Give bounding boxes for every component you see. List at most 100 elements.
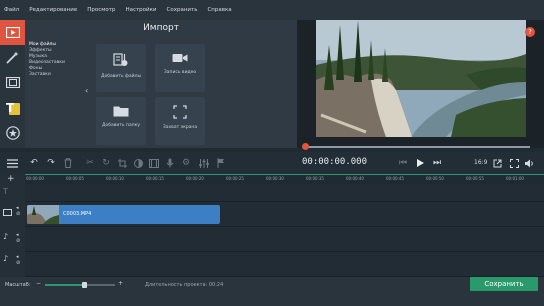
aspect-ratio[interactable]: 16:9: [474, 159, 487, 166]
zoom-slider-handle[interactable]: [81, 282, 87, 288]
flag-icon: [217, 158, 224, 168]
add-files-icon: [113, 53, 128, 66]
redo-button[interactable]: ↷: [44, 156, 58, 170]
stickers-tool[interactable]: [0, 120, 25, 145]
magic-wand-icon: [6, 51, 19, 64]
add-files-button[interactable]: Добавить файлы: [96, 44, 146, 92]
video-camera-icon: [172, 54, 188, 62]
track-headers: + T ◂ ⊘ ♪ ◂ ⊘ ♪ ◂ ⊘: [0, 174, 25, 277]
add-files-label: Добавить файлы: [100, 74, 142, 79]
video-track-controls[interactable]: ◂ ⊘: [16, 205, 20, 217]
music-track-controls[interactable]: ◂ ⊘: [16, 232, 20, 244]
add-folder-button[interactable]: Добавить папку: [96, 97, 146, 145]
project-duration: Длительность проекта: 00:24: [145, 282, 224, 288]
collapse-panel-icon[interactable]: ‹: [85, 86, 91, 96]
settings-button[interactable]: ⚙: [179, 156, 193, 170]
ruler-tick: 00:00:25: [226, 176, 244, 181]
ruler-tick: 00:01:00: [506, 176, 524, 181]
screen-record-button[interactable]: Захват экрана: [155, 97, 205, 145]
screen-capture-icon: [173, 105, 187, 119]
fullscreen-button[interactable]: [507, 156, 521, 170]
cut-button[interactable]: ✂: [83, 156, 97, 170]
detach-preview-button[interactable]: [490, 156, 504, 170]
ruler-tick: 00:00:30: [266, 176, 284, 181]
clip-properties-button[interactable]: [147, 156, 161, 170]
rotate-icon: ↻: [102, 158, 110, 168]
help-button[interactable]: ?: [525, 27, 535, 37]
svg-text:T: T: [6, 101, 15, 115]
filters-tool[interactable]: [0, 70, 25, 95]
trash-icon: [64, 158, 72, 168]
save-button[interactable]: Сохранить: [470, 277, 538, 291]
list-icon: [6, 158, 18, 168]
video-clip[interactable]: C0003.MP4: [27, 205, 220, 224]
delete-button[interactable]: [61, 156, 75, 170]
section-intros[interactable]: Заставки: [29, 72, 85, 78]
scissors-icon: ✂: [86, 158, 94, 168]
add-track-icon[interactable]: +: [7, 174, 15, 184]
timeline-ruler[interactable]: 00:00:00 00:00:05 00:00:10 00:00:15 00:0…: [25, 174, 544, 184]
undo-icon: ↶: [30, 158, 38, 168]
import-tool[interactable]: [0, 20, 25, 45]
record-voice-button[interactable]: [163, 156, 177, 170]
next-frame-button[interactable]: ⏭: [430, 156, 444, 170]
menu-save[interactable]: Сохранить: [167, 7, 198, 13]
microphone-icon: [166, 158, 174, 168]
audio-track-icon: ♪: [3, 254, 9, 263]
title-lane[interactable]: [25, 184, 544, 202]
record-video-button[interactable]: Запись видео: [155, 44, 205, 92]
rotate-button[interactable]: ↻: [99, 156, 113, 170]
external-window-icon: [493, 159, 501, 167]
undo-button[interactable]: ↶: [27, 156, 41, 170]
zoom-label: Масштаб:: [5, 282, 31, 288]
ruler-tick: 00:00:00: [26, 176, 44, 181]
seek-handle[interactable]: [302, 143, 309, 150]
equalizer-button[interactable]: [197, 156, 211, 170]
audio-lane[interactable]: [25, 252, 544, 277]
ruler-tick: 00:00:40: [346, 176, 364, 181]
left-toolbar: T: [0, 20, 25, 148]
menu-edit[interactable]: Редактирование: [29, 7, 77, 13]
color-adjust-button[interactable]: [131, 156, 145, 170]
redo-icon: ↷: [47, 158, 55, 168]
title-track-icon: T: [3, 187, 8, 196]
star-badge-icon: [5, 125, 20, 140]
play-button[interactable]: [413, 156, 427, 170]
record-video-label: Запись видео: [163, 70, 197, 75]
preview-panel: ?: [297, 20, 544, 150]
volume-button[interactable]: [523, 156, 537, 170]
previous-frame-button[interactable]: ⏮: [396, 156, 410, 170]
list-view-button[interactable]: [5, 156, 19, 170]
ruler-tick: 00:00:20: [186, 176, 204, 181]
timecode-display: 00:00:00.000: [302, 157, 368, 167]
marker-button[interactable]: [214, 156, 228, 170]
music-lane[interactable]: [25, 227, 544, 252]
ruler-tick: 00:00:45: [386, 176, 404, 181]
menu-file[interactable]: Файл: [4, 7, 19, 13]
ruler-tick: 00:00:50: [426, 176, 444, 181]
menu-view[interactable]: Просмотр: [87, 7, 115, 13]
ruler-tick: 00:00:05: [66, 176, 84, 181]
zoom-in-icon[interactable]: +: [118, 280, 123, 287]
crop-button[interactable]: [115, 156, 129, 170]
film-icon: [149, 158, 159, 168]
menu-help[interactable]: Справка: [207, 7, 231, 13]
contrast-icon: [133, 158, 143, 168]
skip-back-icon: ⏮: [398, 158, 408, 168]
screen-record-label: Захват экрана: [162, 125, 198, 130]
zoom-slider-fill: [45, 284, 84, 286]
import-title: Импорт: [143, 23, 179, 33]
menu-settings[interactable]: Настройки: [125, 7, 156, 13]
ruler-tick: 00:00:10: [106, 176, 124, 181]
filmstrip-icon: [5, 77, 20, 88]
zoom-out-icon[interactable]: −: [36, 280, 41, 287]
clip-name: C0003.MP4: [63, 211, 92, 217]
status-bar: Масштаб: − + Длительность проекта: 00:24…: [0, 277, 544, 306]
titles-tool[interactable]: T: [0, 95, 25, 120]
folder-icon: [113, 106, 129, 117]
import-panel: Импорт Мои файлы Эффекты Музыка Видеозас…: [25, 20, 297, 148]
seek-bar[interactable]: [305, 146, 530, 148]
play-icon: [416, 159, 424, 167]
audio-track-controls[interactable]: ◂ ⊘: [16, 254, 20, 266]
effects-tool[interactable]: [0, 45, 25, 70]
